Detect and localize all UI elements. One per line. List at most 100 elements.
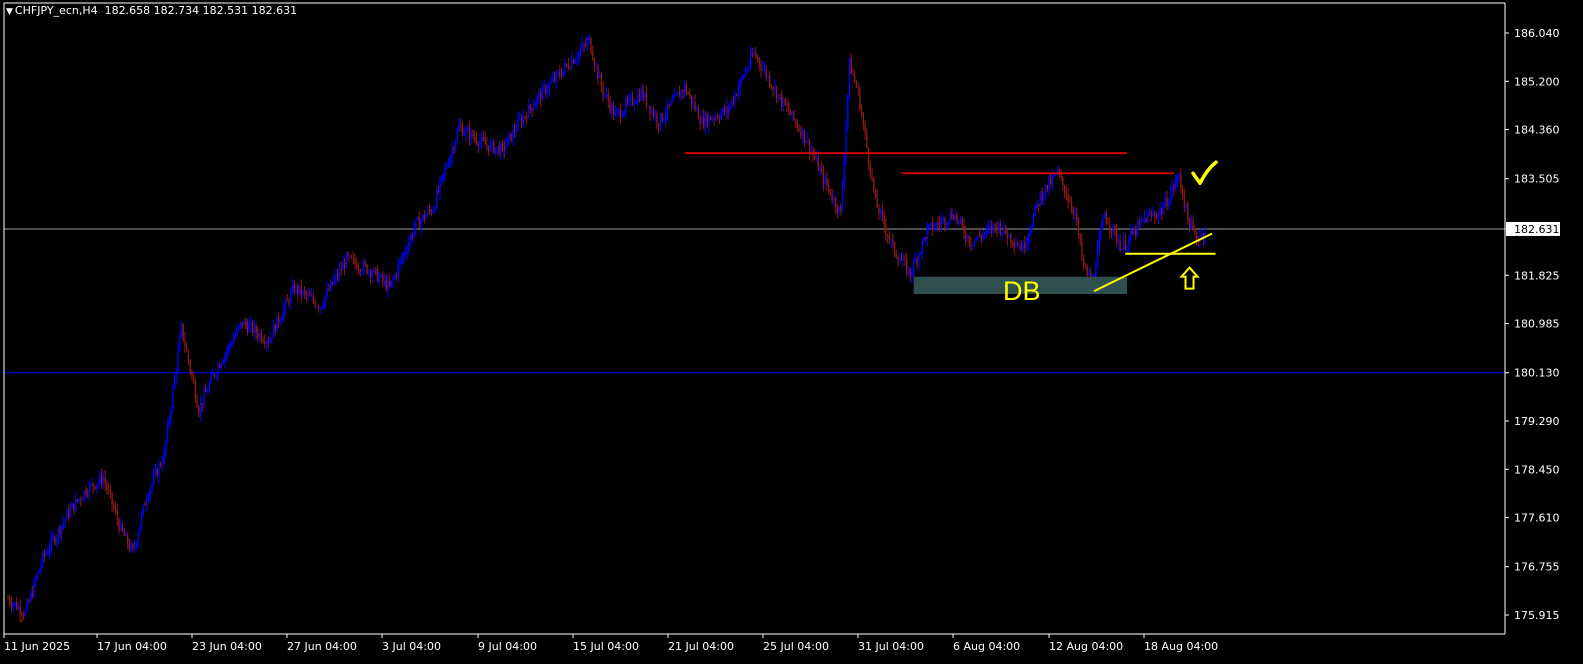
candle [347, 251, 349, 262]
candle [1148, 206, 1151, 217]
candle [945, 221, 948, 229]
candle [290, 287, 292, 310]
candle [652, 106, 655, 119]
candle [179, 332, 181, 352]
candle [522, 109, 524, 128]
candle [827, 179, 830, 195]
candle [48, 542, 51, 560]
candle [803, 129, 806, 148]
candle [923, 236, 925, 244]
candle [1157, 208, 1160, 225]
candle [742, 75, 745, 80]
candle [153, 466, 155, 487]
candle [1140, 214, 1142, 229]
candle [128, 538, 131, 552]
candle [550, 75, 552, 85]
candle [711, 114, 714, 123]
candle [161, 455, 164, 471]
candle [1109, 217, 1111, 238]
candle [680, 89, 682, 102]
candle [376, 265, 379, 283]
candle [326, 281, 328, 300]
y-tick-label: 185.200 [1514, 75, 1560, 88]
candle [493, 139, 495, 155]
candle [919, 251, 922, 256]
candle [914, 252, 917, 262]
candle [250, 316, 252, 333]
candle [881, 203, 884, 222]
candle [907, 265, 910, 277]
candle [1105, 209, 1107, 226]
candle [68, 504, 70, 523]
candle [1067, 188, 1069, 209]
y-tick-label: 180.130 [1514, 367, 1560, 380]
candle [909, 267, 911, 282]
symbol-name: CHFJPY_ecn,H4 [14, 4, 98, 17]
candle [467, 124, 469, 130]
candle [274, 323, 276, 335]
candle [847, 93, 849, 134]
candle [841, 178, 844, 213]
candle [821, 161, 823, 174]
candle [415, 219, 417, 237]
candle [616, 107, 618, 118]
candle [784, 97, 786, 106]
candle [543, 79, 545, 93]
candle [194, 378, 197, 403]
candle [470, 128, 472, 146]
candle [807, 131, 809, 145]
candle [918, 251, 920, 271]
candle [489, 137, 492, 153]
candle [368, 268, 370, 279]
candle [111, 491, 113, 513]
candle [753, 47, 755, 57]
candle [569, 65, 571, 70]
candle [788, 100, 790, 116]
candle [229, 342, 231, 352]
candle [14, 601, 16, 609]
candle [198, 404, 200, 418]
candle [600, 72, 603, 92]
candle [7, 594, 9, 600]
candle [1008, 233, 1010, 238]
candle [1076, 207, 1078, 226]
candle [768, 70, 771, 89]
candle [305, 290, 308, 303]
candle [725, 98, 727, 119]
candle [548, 81, 551, 97]
candle [699, 116, 701, 131]
symbol-header[interactable]: ▼ CHFJPY_ecn,H4 182.658 182.734 182.531 1… [6, 4, 297, 17]
candle [1077, 216, 1080, 240]
candle [468, 120, 471, 147]
candle [133, 539, 136, 554]
candle [1013, 237, 1015, 255]
candle [442, 172, 445, 183]
dropdown-triangle-icon[interactable]: ▼ [6, 7, 13, 17]
price-chart[interactable]: 186.040 185.200 184.360 183.505 182.631 181.8… [0, 0, 1583, 664]
candle [670, 99, 672, 106]
candle [40, 559, 42, 576]
candle [885, 218, 887, 242]
candle [316, 305, 318, 308]
candle [612, 101, 615, 121]
candle [1032, 212, 1035, 228]
candle [576, 51, 578, 65]
x-tick-label: 11 Jun 2025 [4, 640, 70, 653]
candle [781, 89, 783, 111]
candle [498, 140, 500, 157]
candle [418, 210, 420, 228]
candle [1136, 219, 1139, 238]
candle [401, 252, 403, 264]
candle [54, 534, 56, 546]
candle [92, 482, 94, 494]
y-tick-label: 181.825 [1514, 269, 1560, 282]
candle [1188, 217, 1191, 233]
candle [650, 106, 653, 115]
candle [328, 283, 330, 292]
candle [869, 160, 871, 180]
candle [234, 331, 236, 341]
candle [715, 110, 717, 123]
candle [154, 462, 157, 478]
candle [796, 119, 799, 133]
candle [314, 298, 316, 309]
